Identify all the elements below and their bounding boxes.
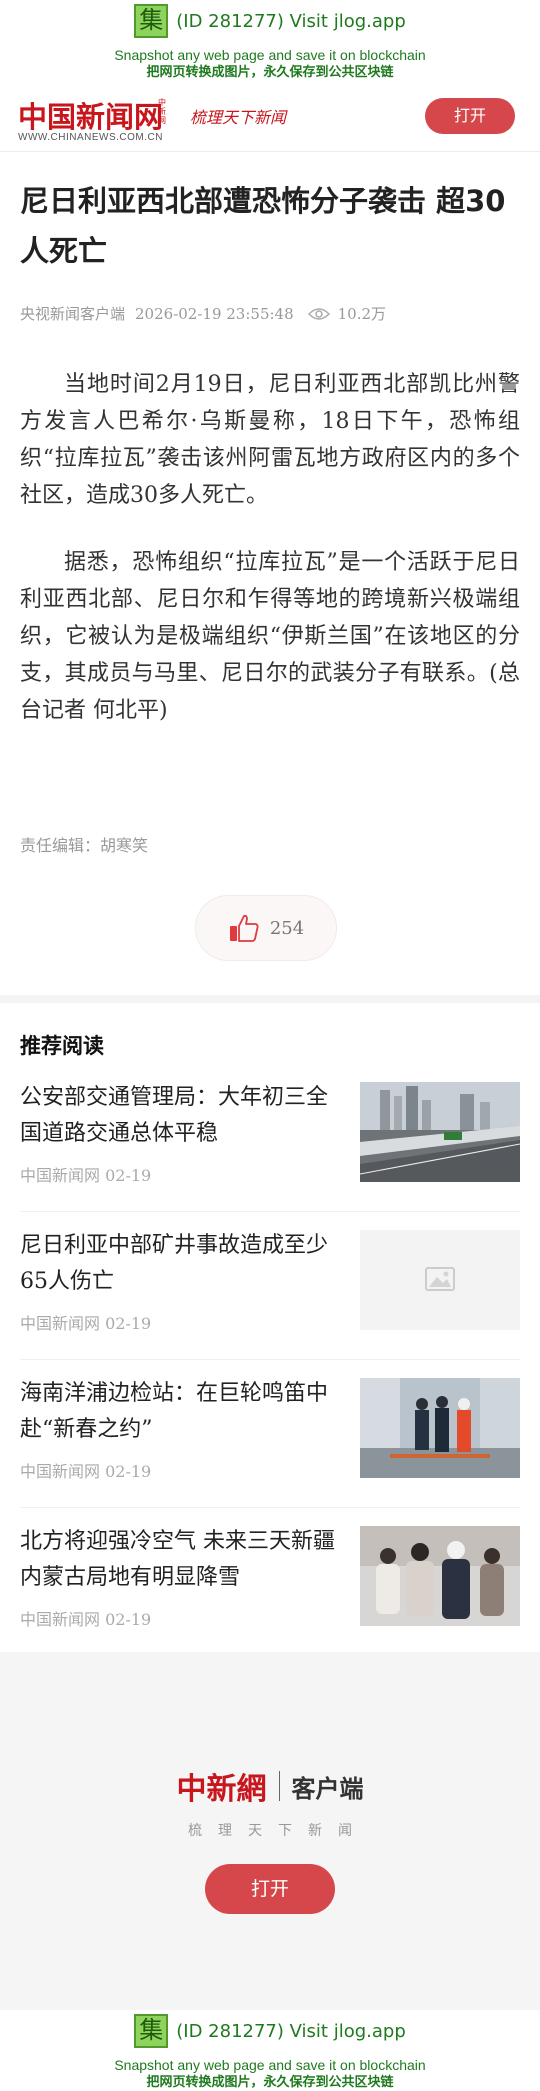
- jlog-logo-icon: 集: [134, 2014, 169, 2048]
- news-thumbnail-placeholder[interactable]: [360, 1230, 520, 1330]
- jlog-subtitle-cn: 把网页转换成图片，永久保存到公共区块链: [146, 2075, 394, 2090]
- promo-logo: 中新網 客户端: [0, 1764, 540, 1808]
- jlog-title-row: 集 (ID 281277) Visit jlog.app: [0, 2014, 540, 2048]
- site-logo[interactable]: 中国新闻网 中新网 WWW.CHINANEWS.COM.CN: [18, 94, 173, 143]
- news-item-source: 中国新闻网 02-19: [20, 1166, 152, 1185]
- news-item-source: 中国新闻网 02-19: [20, 1462, 152, 1481]
- news-list-item[interactable]: 海南洋浦边检站：在巨轮鸣笛中赴“新春之约” 中国新闻网 02-19: [20, 1360, 520, 1508]
- jlog-title-row: 集 (ID 281277) Visit jlog.app: [0, 4, 540, 38]
- crowd-image: [360, 1526, 520, 1626]
- news-item-source: 中国新闻网 02-19: [20, 1314, 152, 1333]
- jlog-title[interactable]: (ID 281277) Visit jlog.app: [176, 11, 406, 32]
- eye-icon: [307, 307, 330, 320]
- like-count: 254: [269, 917, 305, 939]
- logo-tag: 中新网: [158, 98, 166, 125]
- recommend-section-title: 推荐阅读: [20, 1034, 104, 1058]
- like-button[interactable]: 254: [195, 895, 337, 961]
- article-paragraph: 据悉，恐怖组织“拉库拉瓦”是一个活跃于尼日利亚西北部、尼日尔和乍得等地的跨境新兴…: [20, 550, 520, 723]
- section-divider: [0, 995, 540, 1003]
- news-thumbnail-highway[interactable]: [360, 1082, 520, 1182]
- jlog-logo-icon: 集: [134, 4, 169, 38]
- news-item-title[interactable]: 北方将迎强冷空气 未来三天新疆内蒙古局地有明显降雪: [20, 1524, 340, 1596]
- promo-logo-divider: [278, 1771, 280, 1801]
- article-paragraph: 当地时间2月19日，尼日利亚西北部凯比州警方发言人巴希尔·乌斯曼称，18日下午，…: [20, 372, 520, 508]
- promo-logo-text: 中新網: [176, 1772, 267, 1807]
- article-editor: 责任编辑：胡寒笑: [20, 836, 149, 855]
- article-views: 10.2万: [337, 305, 387, 323]
- article-headline: 尼日利亚西北部遭恐怖分子袭击 超30人死亡: [20, 184, 506, 268]
- promo-slogan: 梳理天下新闻: [188, 1823, 368, 1839]
- officers-image: [360, 1378, 520, 1478]
- news-item-source: 中国新闻网 02-19: [20, 1610, 152, 1629]
- news-list-item[interactable]: 尼日利亚中部矿井事故造成至少65人伤亡 中国新闻网 02-19: [20, 1212, 520, 1360]
- logo-text-en: WWW.CHINANEWS.COM.CN: [18, 132, 163, 143]
- header-slogan: 梳理天下新闻: [190, 108, 287, 127]
- news-list-item[interactable]: 北方将迎强冷空气 未来三天新疆内蒙古局地有明显降雪 中国新闻网 02-19: [20, 1508, 520, 1656]
- site-header: 中国新闻网 中新网 WWW.CHINANEWS.COM.CN 梳理天下新闻 打开: [0, 82, 540, 152]
- article-meta: 央视新闻客户端 2026-02-19 23:55:48 10.2万: [20, 303, 396, 324]
- app-promo-footer: 中新網 客户端 梳理天下新闻 打开: [0, 1652, 540, 2012]
- jlog-banner-top[interactable]: 集 (ID 281277) Visit jlog.app Snapshot an…: [0, 0, 540, 80]
- news-item-title[interactable]: 尼日利亚中部矿井事故造成至少65人伤亡: [20, 1228, 340, 1300]
- jlog-banner-bottom[interactable]: 集 (ID 281277) Visit jlog.app Snapshot an…: [0, 2010, 540, 2090]
- open-app-button[interactable]: 打开: [425, 98, 515, 134]
- jlog-title[interactable]: (ID 281277) Visit jlog.app: [176, 2021, 406, 2042]
- news-item-title[interactable]: 海南洋浦边检站：在巨轮鸣笛中赴“新春之约”: [20, 1376, 340, 1448]
- logo-text-cn: 中国新闻网: [18, 100, 164, 134]
- thumbs-up-icon: [229, 914, 259, 942]
- news-thumbnail-crowd[interactable]: [360, 1526, 520, 1626]
- news-thumbnail-officers[interactable]: [360, 1378, 520, 1478]
- news-list-item[interactable]: 公安部交通管理局：大年初三全国道路交通总体平稳 中国新闻网 02-19: [20, 1064, 520, 1212]
- promo-client-label: 客户端: [291, 1774, 364, 1803]
- article-source: 央视新闻客户端: [20, 305, 126, 323]
- highway-image: [360, 1082, 520, 1182]
- promo-open-app-button[interactable]: 打开: [205, 1864, 335, 1914]
- article-datetime: 2026-02-19 23:55:48: [135, 304, 294, 323]
- jlog-subtitle-cn: 把网页转换成图片，永久保存到公共区块链: [146, 65, 394, 80]
- news-item-title[interactable]: 公安部交通管理局：大年初三全国道路交通总体平稳: [20, 1080, 340, 1152]
- image-placeholder-icon: [425, 1267, 455, 1291]
